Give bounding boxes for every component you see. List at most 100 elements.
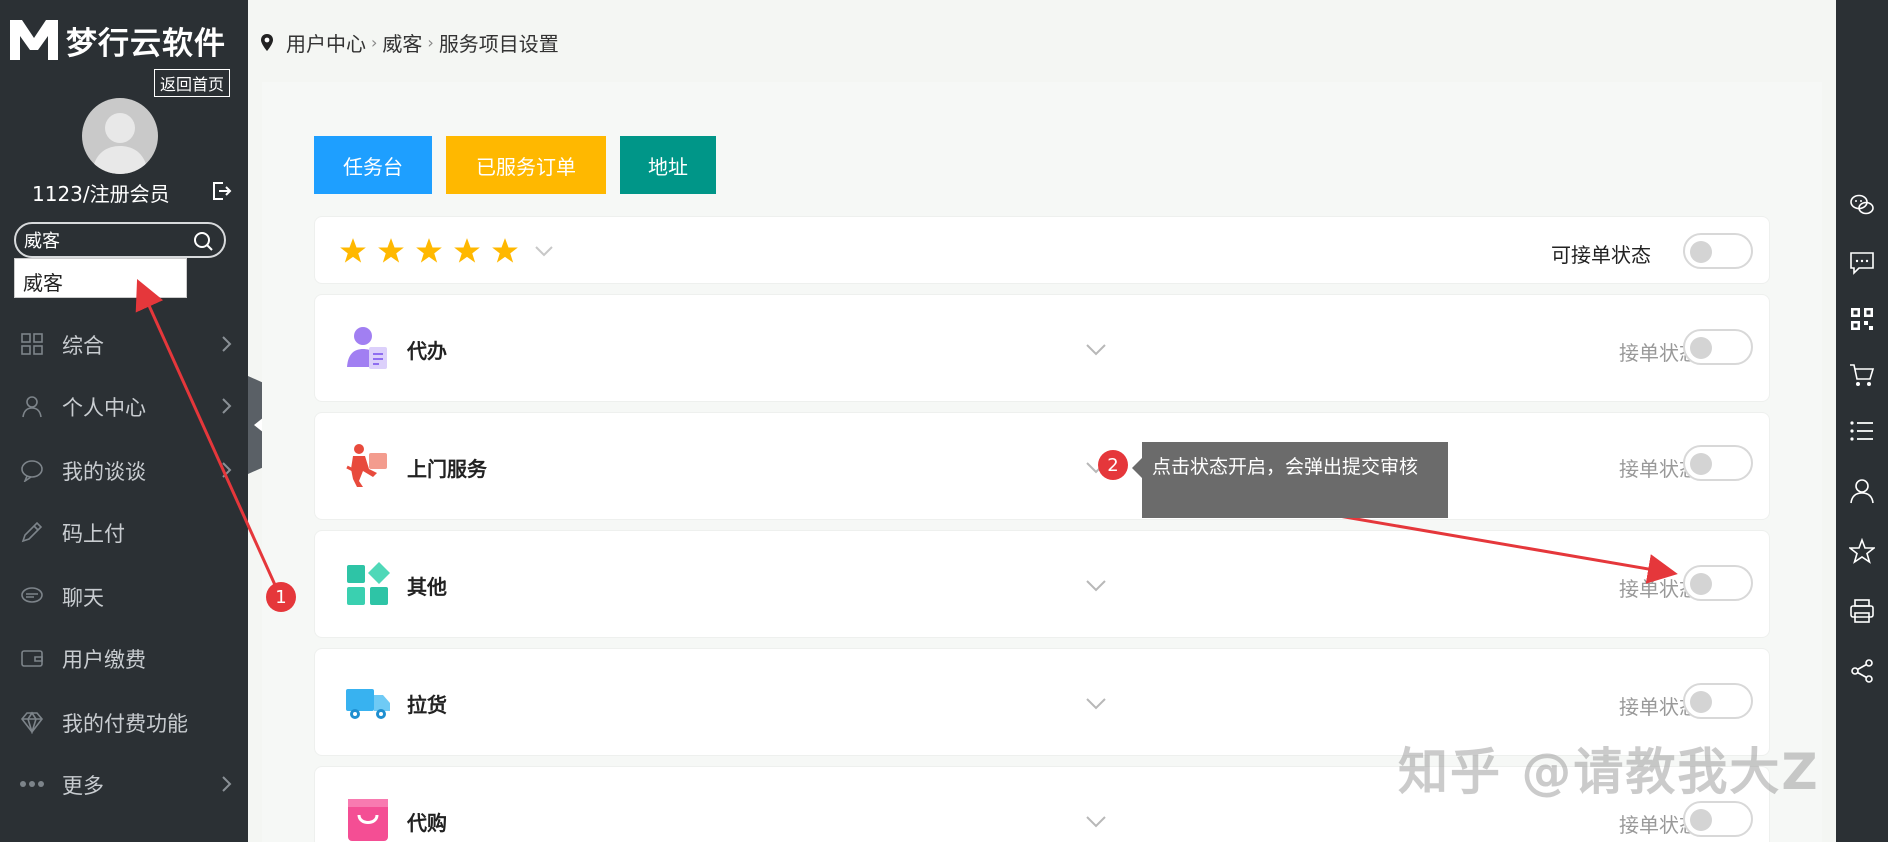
more-dots-icon xyxy=(20,781,44,787)
sidebar-item-label: 聊天 xyxy=(62,586,104,610)
star-icon xyxy=(416,238,442,263)
sidebar-item-more[interactable]: 更多 xyxy=(0,758,248,810)
rating-card: 可接单状态 xyxy=(314,216,1770,284)
list-icon[interactable] xyxy=(1849,418,1875,444)
sidebar-item-my-talks[interactable]: 我的谈谈 xyxy=(0,444,248,496)
receive-status-label: 可接单状态 xyxy=(1551,243,1651,267)
breadcrumb-item-current: 服务项目设置 xyxy=(438,32,559,56)
sidebar-item-label: 我的谈谈 xyxy=(62,460,146,484)
grid-icon xyxy=(21,333,43,355)
annotation-badge-2: 2 xyxy=(1098,450,1128,480)
shopping-bag-icon xyxy=(348,799,388,841)
receive-status-toggle[interactable] xyxy=(1683,233,1753,269)
breadcrumb: 用户中心 › 威客 › 服务项目设置 xyxy=(260,28,559,57)
service-card-agent: 代办 接单状态 xyxy=(314,294,1770,402)
service-name: 其他 xyxy=(407,575,447,599)
blocks-icon xyxy=(347,562,390,605)
sidebar-item-user-payment[interactable]: 用户缴费 xyxy=(0,632,248,684)
search-input[interactable] xyxy=(24,228,184,252)
star-outline-icon[interactable] xyxy=(1849,538,1875,564)
service-card-other: 其他 接单状态 xyxy=(314,530,1770,638)
sidebar-item-paid-features[interactable]: 我的付费功能 xyxy=(0,696,248,748)
person-icon[interactable] xyxy=(1849,478,1875,504)
search-icon[interactable] xyxy=(192,230,214,252)
service-status-toggle[interactable] xyxy=(1683,801,1753,837)
wechat-icon[interactable] xyxy=(1849,192,1875,218)
service-status-toggle[interactable] xyxy=(1683,329,1753,365)
share-icon[interactable] xyxy=(1849,658,1875,684)
sidebar: 梦行云软件 返回首页 1123/注册会员 威客 综合 个人中心 我的谈谈 xyxy=(0,0,248,842)
service-name: 拉货 xyxy=(407,693,447,717)
toggle-knob xyxy=(1690,809,1712,831)
service-name: 代办 xyxy=(407,339,447,363)
chevron-right-icon xyxy=(222,336,232,352)
star-icon xyxy=(454,238,480,263)
service-status-toggle[interactable] xyxy=(1683,565,1753,601)
toggle-knob xyxy=(1690,241,1712,263)
sidebar-item-label: 个人中心 xyxy=(62,396,146,420)
sidebar-item-chat[interactable]: 聊天 xyxy=(0,570,248,622)
toggle-knob xyxy=(1690,691,1712,713)
right-toolbar xyxy=(1836,0,1888,842)
qrcode-icon[interactable] xyxy=(1849,306,1875,332)
tab-served-orders[interactable]: 已服务订单 xyxy=(446,136,606,194)
user-name: 1123/注册会员 xyxy=(32,182,170,206)
star-icon xyxy=(492,238,518,263)
chevron-right-icon xyxy=(222,776,232,792)
search-suggestion-label: 威客 xyxy=(23,271,63,295)
tab-task-board[interactable]: 任务台 xyxy=(314,136,432,194)
chevron-down-icon[interactable] xyxy=(1085,697,1107,711)
service-status-toggle[interactable] xyxy=(1683,445,1753,481)
breadcrumb-separator: › xyxy=(371,33,378,52)
star-icon xyxy=(340,238,366,263)
truck-icon xyxy=(346,689,390,719)
chat-bubble-icon xyxy=(21,460,43,482)
star-rating xyxy=(339,237,555,265)
toggle-knob xyxy=(1690,573,1712,595)
star-icon xyxy=(378,238,404,263)
back-home-link[interactable]: 返回首页 xyxy=(154,69,231,97)
sidebar-item-general[interactable]: 综合 xyxy=(0,318,248,370)
delivery-runner-icon xyxy=(346,444,387,487)
sidebar-item-personal-center[interactable]: 个人中心 xyxy=(0,380,248,432)
service-card-door-service: 上门服务 接单状态 xyxy=(314,412,1770,520)
sidebar-item-label: 用户缴费 xyxy=(62,648,146,672)
breadcrumb-separator: › xyxy=(427,33,434,52)
message-icon xyxy=(21,587,43,603)
tab-address[interactable]: 地址 xyxy=(620,136,716,194)
chevron-down-icon[interactable] xyxy=(533,237,555,265)
toggle-knob xyxy=(1690,337,1712,359)
sidebar-search xyxy=(14,222,226,258)
comment-icon[interactable] xyxy=(1849,250,1875,276)
chevron-down-icon[interactable] xyxy=(1085,579,1107,593)
avatar-placeholder-icon xyxy=(92,113,148,174)
chevron-right-icon xyxy=(222,398,232,414)
breadcrumb-item-user-center[interactable]: 用户中心 xyxy=(286,28,366,57)
brand-name: 梦行云软件 xyxy=(66,25,226,62)
main-panel: 任务台 已服务订单 地址 可接单状态 代办 接单状态 上门服务 接单状态 其他 … xyxy=(262,82,1822,842)
service-name: 代购 xyxy=(407,811,447,835)
toggle-knob xyxy=(1690,453,1712,475)
chevron-down-icon[interactable] xyxy=(1085,815,1107,829)
breadcrumb-item-weike[interactable]: 威客 xyxy=(382,28,422,57)
cart-icon[interactable] xyxy=(1849,362,1875,388)
logo[interactable]: 梦行云软件 xyxy=(8,16,226,64)
sidebar-item-code-pay[interactable]: 码上付 xyxy=(0,506,248,558)
diamond-icon xyxy=(20,711,44,734)
wallet-icon xyxy=(21,650,43,667)
logout-icon[interactable] xyxy=(210,180,232,202)
agent-person-icon xyxy=(347,327,387,369)
service-status-toggle[interactable] xyxy=(1683,683,1753,719)
search-suggestion[interactable]: 威客 xyxy=(14,258,187,298)
chevron-down-icon[interactable] xyxy=(1085,343,1107,357)
print-icon[interactable] xyxy=(1849,598,1875,624)
pencil-icon xyxy=(21,521,43,543)
chevron-right-icon xyxy=(222,462,232,478)
sidebar-item-label: 码上付 xyxy=(62,522,125,546)
location-pin-icon xyxy=(261,33,273,51)
avatar[interactable] xyxy=(82,98,158,174)
watermark: 知乎 @请教我大Z xyxy=(1398,743,1820,801)
annotation-tooltip: 点击状态开启，会弹出提交审核 xyxy=(1132,442,1448,518)
tooltip-text: 点击状态开启，会弹出提交审核 xyxy=(1152,456,1419,478)
service-name: 上门服务 xyxy=(407,457,487,481)
